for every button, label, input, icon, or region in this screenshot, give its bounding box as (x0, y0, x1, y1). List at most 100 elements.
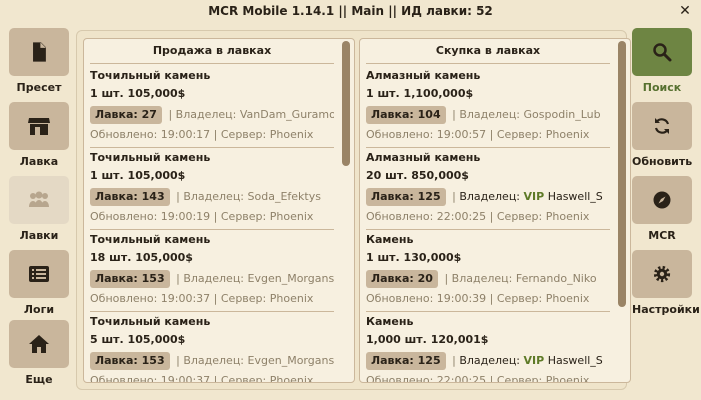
shop-row: Лавка: 125 | Владелец: VIP Haswell_S (366, 352, 610, 370)
settings-button[interactable] (632, 250, 692, 298)
sell-card[interactable]: Точильный камень 1 шт. 105,000$ Лавка: 1… (90, 148, 334, 230)
buy-column-header: Скупка в лавках (366, 44, 610, 64)
shop-badge[interactable]: Лавка: 125 (366, 352, 446, 370)
shop-badge[interactable]: Лавка: 27 (90, 106, 162, 124)
separator: | (176, 272, 180, 285)
close-button[interactable]: ✕ (675, 1, 695, 21)
buy-card[interactable]: Камень 1 шт. 130,000$ Лавка: 20 | Владел… (366, 230, 610, 312)
shop-button[interactable] (9, 102, 69, 150)
item-price: 18 шт. 105,000$ (90, 251, 193, 264)
shop-label: Лавка (19, 155, 59, 168)
search-label: Поиск (642, 81, 682, 94)
shop-row: Лавка: 27 | Владелец: VanDam_Guramo (90, 106, 334, 124)
updated-text: Обновлено: 19:00:37 | Сервер: Phoenix (90, 374, 314, 383)
item-price: 1,000 шт. 120,001$ (366, 333, 489, 346)
updated-text: Обновлено: 22:00:25 | Сервер: Phoenix (366, 374, 590, 383)
updated-text: Обновлено: 19:00:37 | Сервер: Phoenix (90, 292, 314, 305)
sell-card[interactable]: Точильный камень 18 шт. 105,000$ Лавка: … (90, 230, 334, 312)
shop-row: Лавка: 125 | Владелец: VIP Haswell_S (366, 188, 610, 206)
group-icon (29, 191, 49, 207)
buy-scrollbar[interactable] (618, 41, 626, 307)
vip-badge: VIP (523, 190, 545, 203)
sell-column-header: Продажа в лавках (90, 44, 334, 64)
separator: | (452, 354, 456, 367)
shop-row: Лавка: 20 | Владелец: Fernando_Niko (366, 270, 610, 288)
search-icon (653, 43, 672, 62)
owner-label: Владелец: (459, 108, 521, 121)
updated-text: Обновлено: 22:00:25 | Сервер: Phoenix (366, 210, 590, 223)
sell-card[interactable]: Точильный камень 1 шт. 105,000$ Лавка: 2… (90, 66, 334, 148)
item-name: Точильный камень (90, 69, 211, 82)
owner-label: Владелец: (459, 354, 521, 367)
shop-row: Лавка: 143 | Владелец: Soda_Efektys (90, 188, 334, 206)
owner-label: Владелец: (175, 108, 237, 121)
separator: | (168, 108, 173, 121)
more-button[interactable] (9, 320, 69, 368)
sell-card[interactable]: Точильный камень 5 шт. 105,000$ Лавка: 1… (90, 312, 334, 383)
preset-button[interactable] (9, 28, 69, 76)
owner-name: Soda_Efektys (247, 190, 321, 203)
sell-scrollbar[interactable] (342, 41, 350, 166)
shop-badge[interactable]: Лавка: 20 (366, 270, 438, 288)
owner-label: Владелец: (459, 190, 521, 203)
shop-badge[interactable]: Лавка: 104 (366, 106, 446, 124)
shop-badge[interactable]: Лавка: 125 (366, 188, 446, 206)
separator: | (452, 108, 456, 121)
refresh-label: Обновить (632, 155, 693, 168)
buy-card[interactable]: Алмазный камень 1 шт. 1,100,000$ Лавка: … (366, 66, 610, 148)
logs-button[interactable] (9, 250, 69, 298)
buy-column[interactable]: Скупка в лавках Алмазный камень 1 шт. 1,… (359, 38, 631, 383)
item-price: 1 шт. 1,100,000$ (366, 87, 474, 100)
window-title: MCR Mobile 1.14.1 || Main || ИД лавки: 5… (208, 4, 493, 18)
home-icon (29, 335, 49, 353)
shop-row: Лавка: 104 | Владелец: Gospodin_Lub (366, 106, 610, 124)
owner-name: Haswell_S (547, 354, 603, 367)
updated-text: Обновлено: 19:00:39 | Сервер: Phoenix (366, 292, 590, 305)
settings-label: Настройки (632, 303, 700, 316)
mcr-label: MCR (648, 229, 676, 242)
item-name: Точильный камень (90, 151, 211, 164)
item-name: Точильный камень (90, 233, 211, 246)
item-price: 1 шт. 130,000$ (366, 251, 462, 264)
updated-text: Обновлено: 19:00:19 | Сервер: Phoenix (90, 210, 314, 223)
logs-label: Логи (23, 303, 55, 316)
item-price: 20 шт. 850,000$ (366, 169, 469, 182)
refresh-button[interactable] (632, 102, 692, 150)
owner-label: Владелец: (183, 190, 245, 203)
item-price: 5 шт. 105,000$ (90, 333, 186, 346)
preset-label: Пресет (16, 81, 62, 94)
mcr-button[interactable] (632, 176, 692, 224)
owner-name: Evgen_Morgans (247, 354, 334, 367)
shops-button[interactable] (9, 176, 69, 224)
compass-icon (653, 191, 671, 209)
owner-label: Владелец: (451, 272, 513, 285)
item-price: 1 шт. 105,000$ (90, 87, 186, 100)
item-name: Алмазный камень (366, 69, 481, 82)
owner-name: VanDam_Guramo (239, 108, 334, 121)
buy-card[interactable]: Алмазный камень 20 шт. 850,000$ Лавка: 1… (366, 148, 610, 230)
item-price: 1 шт. 105,000$ (90, 169, 186, 182)
shop-badge[interactable]: Лавка: 153 (90, 352, 170, 370)
list-icon (29, 266, 49, 282)
more-label: Еще (25, 373, 53, 386)
separator: | (444, 272, 449, 285)
owner-name: Haswell_S (547, 190, 603, 203)
document-icon (33, 42, 46, 62)
owner-label: Владелец: (183, 354, 245, 367)
shop-badge[interactable]: Лавка: 153 (90, 270, 170, 288)
shop-badge[interactable]: Лавка: 143 (90, 188, 170, 206)
shop-row: Лавка: 153 | Владелец: Evgen_Morgans (90, 270, 334, 288)
title-bar: MCR Mobile 1.14.1 || Main || ИД лавки: 5… (0, 0, 701, 24)
owner-name: Fernando_Niko (515, 272, 597, 285)
shop-row: Лавка: 153 | Владелец: Evgen_Morgans (90, 352, 334, 370)
sell-column[interactable]: Продажа в лавках Точильный камень 1 шт. … (83, 38, 355, 383)
item-name: Алмазный камень (366, 151, 481, 164)
search-button[interactable] (632, 28, 692, 76)
item-name: Камень (366, 315, 414, 328)
owner-name: Evgen_Morgans (247, 272, 334, 285)
store-icon (28, 118, 50, 135)
buy-card[interactable]: Камень 1,000 шт. 120,001$ Лавка: 125 | В… (366, 312, 610, 383)
owner-name: Gospodin_Lub (523, 108, 601, 121)
item-name: Камень (366, 233, 414, 246)
item-name: Точильный камень (90, 315, 211, 328)
